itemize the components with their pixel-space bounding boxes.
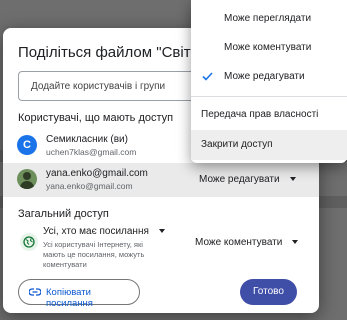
person-name: yana.enko@gmail.com (46, 168, 148, 179)
person-role-label: Може редагувати (199, 174, 280, 185)
menu-divider (191, 96, 347, 97)
menu-item-transfer-ownership[interactable]: Передача прав власності (191, 102, 347, 128)
general-access-heading: Загальний доступ (18, 208, 109, 220)
globe-icon (20, 233, 38, 251)
menu-item-label: Може переглядати (224, 13, 312, 24)
caret-down-icon (158, 229, 165, 233)
check-icon (202, 72, 213, 81)
avatar: С (17, 135, 37, 155)
menu-item-label: Передача прав власності (201, 109, 319, 120)
general-access-description: Усі користувачі Інтернету, які мають це … (43, 240, 145, 269)
person-row[interactable]: yana.enko@gmail.com yana.enko@gmail.com … (3, 163, 319, 197)
general-access-dropdown[interactable]: Усі, хто має посилання (43, 226, 165, 237)
role-menu: Може переглядати Може коментувати Може р… (191, 0, 347, 163)
menu-item-editor[interactable]: Може редагувати (191, 64, 347, 90)
copy-link-button[interactable]: Копіювати посилання (18, 279, 140, 309)
general-role-label: Може коментувати (195, 237, 283, 248)
menu-item-label: Закрити доступ (201, 139, 273, 150)
menu-item-label: Може редагувати (224, 71, 305, 82)
people-with-access-heading: Користувачі, що мають доступ (18, 112, 174, 124)
caret-down-icon (292, 240, 299, 244)
person-email: uchen7klas@gmail.com (46, 147, 137, 157)
avatar (17, 169, 37, 189)
copy-link-label: Копіювати посилання (46, 287, 93, 309)
caret-down-icon (289, 177, 296, 181)
general-access-role-dropdown[interactable]: Може коментувати (195, 237, 299, 248)
general-access-mode: Усі, хто має посилання (43, 226, 149, 237)
link-icon (29, 288, 41, 296)
menu-item-commenter[interactable]: Може коментувати (191, 35, 347, 61)
done-button[interactable]: Готово (240, 279, 297, 305)
person-name: Семикласник (ви) (46, 134, 128, 145)
person-email: yana.enko@gmail.com (46, 181, 133, 191)
menu-item-remove-access[interactable]: Закрити доступ (191, 130, 347, 160)
menu-item-viewer[interactable]: Може переглядати (191, 6, 347, 32)
menu-item-label: Може коментувати (224, 42, 312, 53)
person-role-dropdown[interactable]: Може редагувати (199, 174, 296, 185)
